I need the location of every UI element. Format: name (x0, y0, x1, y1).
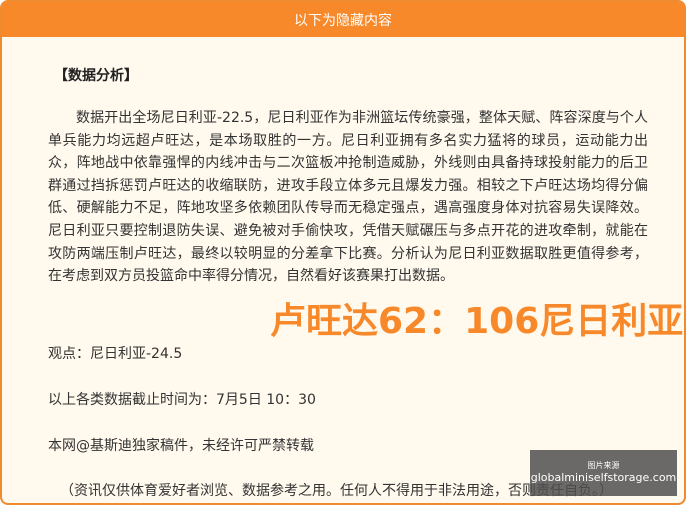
viewpoint-line: 观点：尼日利亚-24.5 (48, 346, 183, 362)
panel-header: 以下为隐藏内容 (2, 2, 684, 37)
analysis-paragraph: 数据开出全场尼日利亚-22.5，尼日利亚作为非洲篮坛传统豪强，整体天赋、阵容深度… (48, 110, 648, 285)
section-title: 【数据分析】 (54, 68, 138, 84)
hidden-content-panel: 以下为隐藏内容 【数据分析】 数据开出全场尼日利亚-22.5，尼日利亚作为非洲篮… (0, 0, 686, 505)
copyright-line: 本网@基斯迪独家稿件，未经许可严禁转载 (48, 438, 314, 454)
watermark-badge-top: 图片来源 (587, 461, 620, 470)
data-time-line: 以上各类数据截止时间为：7月5日 10：30 (48, 392, 316, 408)
panel-header-title: 以下为隐藏内容 (294, 12, 392, 29)
watermark-badge-domain: globalminiselfstorage.com (530, 471, 677, 484)
score-overlay: 卢旺达62：106尼日利亚 (270, 301, 684, 342)
watermark-badge: 图片来源 globalminiselfstorage.com (530, 450, 677, 496)
